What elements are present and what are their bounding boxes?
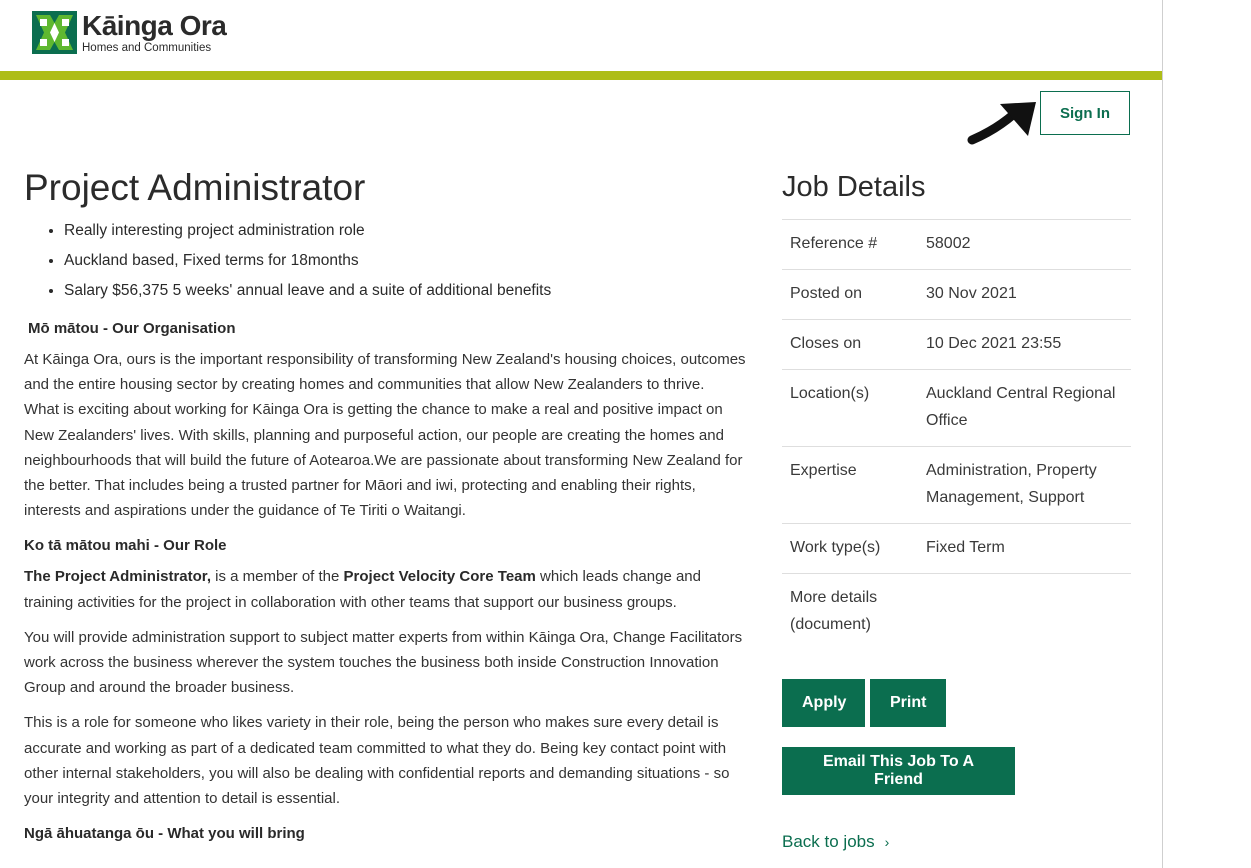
site-header: Kāinga Ora Homes and Communities bbox=[0, 0, 1162, 71]
site-logo[interactable]: Kāinga Ora Homes and Communities bbox=[32, 10, 227, 54]
logo-mark-icon bbox=[32, 11, 77, 54]
detail-value[interactable] bbox=[918, 574, 1131, 651]
list-item: Really interesting project administratio… bbox=[64, 216, 749, 246]
detail-value: Fixed Term bbox=[926, 539, 1005, 556]
role-title-bold: The Project Administrator, bbox=[24, 568, 211, 586]
apply-button[interactable]: Apply bbox=[782, 679, 865, 727]
logo-subtitle: Homes and Communities bbox=[82, 42, 212, 54]
job-details-table: Reference # 58002 Posted on 30 Nov 2021 … bbox=[782, 219, 1131, 650]
email-job-button[interactable]: Email This Job To A Friend bbox=[782, 747, 1015, 795]
action-buttons: Apply Print bbox=[782, 679, 1131, 727]
job-description: Project Administrator Really interesting… bbox=[24, 166, 749, 852]
detail-value: 30 Nov 2021 bbox=[926, 285, 1017, 302]
chevron-right-icon: › bbox=[884, 834, 890, 850]
right-margin bbox=[1163, 0, 1251, 868]
table-row: More details (document) bbox=[782, 573, 1131, 651]
detail-value: 10 Dec 2021 23:55 bbox=[926, 335, 1062, 352]
detail-key: More details (document) bbox=[790, 589, 878, 633]
org-heading: Mō mātou - Our Organisation bbox=[28, 320, 236, 337]
team-name-bold: Project Velocity Core Team bbox=[343, 568, 536, 586]
table-row: Reference # 58002 bbox=[782, 219, 1131, 270]
sign-in-button[interactable]: Sign In bbox=[1040, 91, 1130, 135]
detail-value: Auckland Central Regional Office bbox=[926, 385, 1116, 429]
detail-value: Administration, Property Management, Sup… bbox=[926, 462, 1097, 506]
detail-value: 58002 bbox=[926, 235, 971, 252]
org-paragraph-1: At Kāinga Ora, ours is the important res… bbox=[24, 351, 746, 394]
table-row: Work type(s) Fixed Term bbox=[782, 523, 1131, 574]
back-to-jobs-label: Back to jobs bbox=[782, 832, 875, 851]
bring-heading: Ngā āhuatanga ōu - What you will bring bbox=[24, 825, 305, 843]
role-paragraph-2: You will provide administration support … bbox=[24, 628, 743, 697]
list-item: Auckland based, Fixed terms for 18months bbox=[64, 246, 749, 276]
list-item: Salary $56,375 5 weeks' annual leave and… bbox=[64, 276, 749, 306]
detail-key: Posted on bbox=[790, 285, 863, 302]
highlights-list: Really interesting project administratio… bbox=[24, 216, 749, 306]
accent-bar bbox=[0, 71, 1162, 80]
detail-key: Work type(s) bbox=[790, 539, 881, 556]
back-to-jobs-link[interactable]: Back to jobs › bbox=[782, 832, 1131, 852]
org-paragraph-2: What is exciting about working for Kāing… bbox=[24, 401, 743, 520]
table-row: Location(s) Auckland Central Regional Of… bbox=[782, 369, 1131, 447]
detail-key: Closes on bbox=[790, 335, 862, 352]
page: Kāinga Ora Homes and Communities Sign In… bbox=[0, 0, 1163, 868]
print-button[interactable]: Print bbox=[870, 679, 946, 727]
table-row: Posted on 30 Nov 2021 bbox=[782, 269, 1131, 320]
detail-key: Reference # bbox=[790, 235, 878, 252]
role-text: is a member of the bbox=[210, 568, 344, 586]
detail-key: Location(s) bbox=[790, 385, 870, 402]
job-details-panel: Job Details Reference # 58002 Posted on … bbox=[782, 168, 1131, 852]
role-paragraph-1: The Project Administrator, is a member o… bbox=[24, 564, 749, 614]
job-details-title: Job Details bbox=[782, 171, 926, 203]
role-paragraph-3: This is a role for someone who likes var… bbox=[24, 714, 730, 808]
job-title: Project Administrator bbox=[24, 167, 366, 208]
role-heading: Ko tā mātou mahi - Our Role bbox=[24, 537, 227, 555]
detail-key: Expertise bbox=[790, 462, 857, 479]
table-row: Expertise Administration, Property Manag… bbox=[782, 446, 1131, 524]
arrow-annotation-icon bbox=[967, 102, 1036, 145]
logo-title: Kāinga Ora bbox=[82, 10, 227, 41]
table-row: Closes on 10 Dec 2021 23:55 bbox=[782, 319, 1131, 370]
